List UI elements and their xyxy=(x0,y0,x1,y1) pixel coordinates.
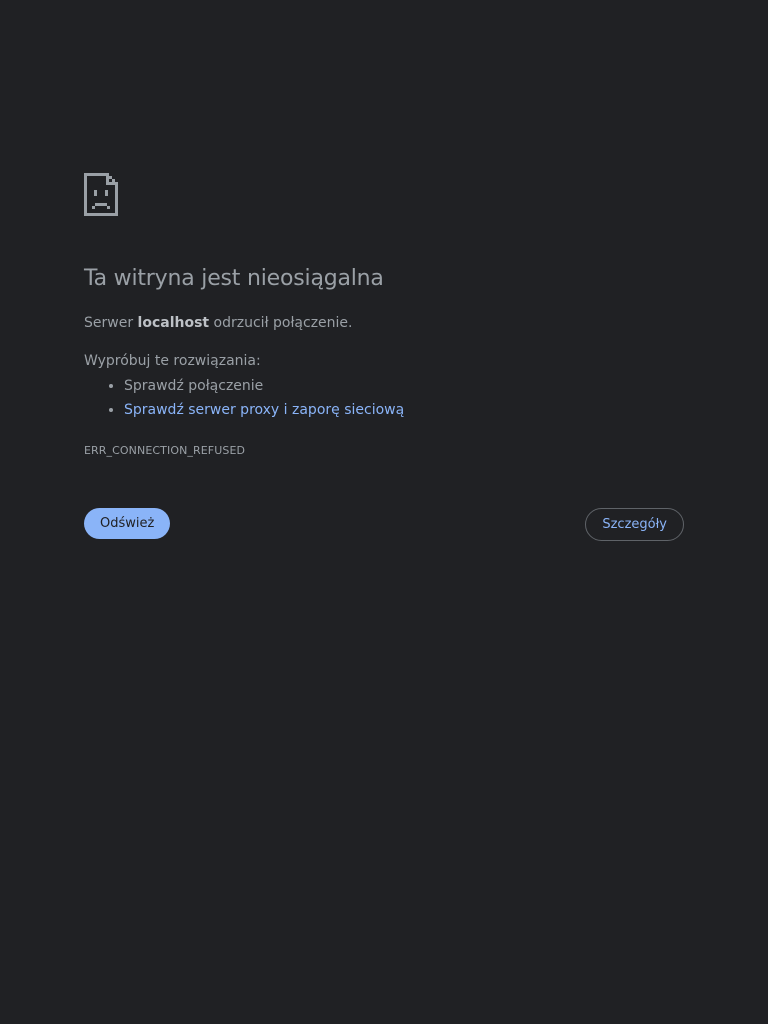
sad-page-icon xyxy=(84,173,118,216)
error-content: Ta witryna jest nieosiągalna Serwer loca… xyxy=(84,173,684,460)
suggestions-list: Sprawdź połączenie Sprawdź serwer proxy … xyxy=(84,374,684,422)
suggestion-check-proxy-item: Sprawdź serwer proxy i zaporę sieciową xyxy=(124,398,684,422)
reload-button[interactable]: Odśwież xyxy=(84,508,171,539)
check-proxy-firewall-link[interactable]: Sprawdź serwer proxy i zaporę sieciową xyxy=(124,402,404,418)
summary-suffix: odrzucił połączenie. xyxy=(209,315,353,331)
error-code: ERR_CONNECTION_REFUSED xyxy=(84,444,246,457)
host-name: localhost xyxy=(137,315,210,331)
summary-prefix: Serwer xyxy=(84,315,138,331)
details-button[interactable]: Szczegóły xyxy=(585,508,684,541)
suggestions-heading: Wypróbuj te rozwiązania: xyxy=(84,353,261,369)
error-page: Ta witryna jest nieosiągalna Serwer loca… xyxy=(0,0,768,1024)
error-title: Ta witryna jest nieosiągalna xyxy=(84,266,384,291)
suggestion-check-connection: Sprawdź połączenie xyxy=(124,374,684,398)
error-summary: Serwer localhost odrzucił połączenie. xyxy=(84,312,684,334)
button-row: Odśwież Szczegóły xyxy=(84,508,684,542)
